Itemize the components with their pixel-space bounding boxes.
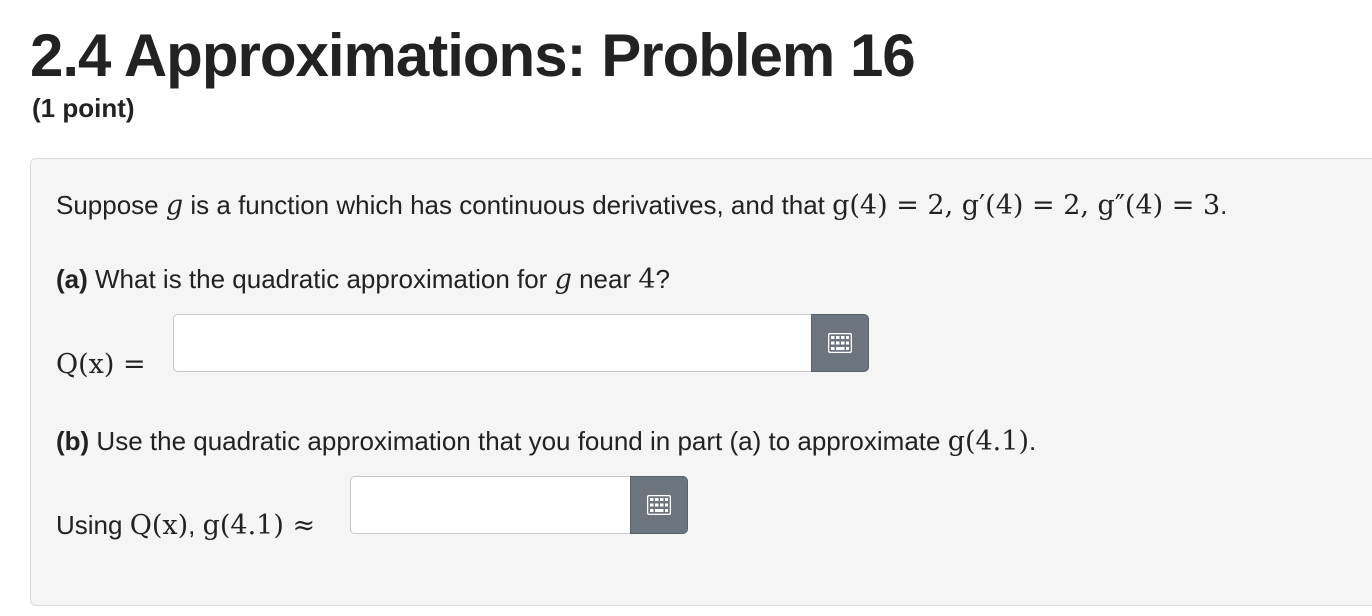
part-b-label: (b) xyxy=(56,426,90,456)
part-a-function-symbol: g xyxy=(554,264,572,295)
part-a-text-1: What is the quadratic approximation for xyxy=(87,264,555,294)
point-value: (1 point) xyxy=(32,93,135,123)
part-b-text-2: . xyxy=(1028,426,1037,456)
part-b-text-1: Use the quadratic approximation that you… xyxy=(89,426,948,456)
function-symbol: g xyxy=(165,190,184,221)
problem-statement: Suppose g is a function which has contin… xyxy=(56,188,1227,223)
part-b-comma: , xyxy=(188,510,203,540)
part-b-using-text: Using xyxy=(56,510,130,540)
part-b-answer-group xyxy=(350,476,688,534)
page-title: 2.4 Approximations: Problem 16 xyxy=(30,22,916,89)
part-b-question: (b) Use the quadratic approximation that… xyxy=(56,424,1036,459)
part-a-label: (a) xyxy=(56,264,88,294)
part-b-answer-label: Using Q(x), g(4.1) ≈ xyxy=(56,508,315,543)
part-a-equation-editor-button[interactable] xyxy=(811,314,869,372)
part-a-answer-group xyxy=(173,314,869,372)
part-b-approx-expression: g(4.1) ≈ xyxy=(202,510,316,541)
given-values: g(4) = 2, g′(4) = 2, g″(4) = 3 xyxy=(832,190,1221,221)
part-b-expression: g(4.1) xyxy=(947,426,1029,457)
part-a-point: 4 xyxy=(638,264,656,295)
part-a-answer-input[interactable] xyxy=(173,314,811,372)
part-a-answer-label: Q(x) = xyxy=(56,349,146,380)
intro-text-1: Suppose xyxy=(56,190,166,220)
intro-text-3: . xyxy=(1220,190,1228,220)
part-a-question: (a) What is the quadratic approximation … xyxy=(56,262,670,297)
part-a-text-2: near xyxy=(571,264,639,294)
intro-text-2: is a function which has continuous deriv… xyxy=(183,190,833,220)
part-b-equation-editor-button[interactable] xyxy=(630,476,688,534)
part-b-q-expression: Q(x) xyxy=(129,510,189,541)
part-b-answer-input[interactable] xyxy=(350,476,630,534)
equation-editor-grid-icon xyxy=(828,333,852,353)
part-a-text-3: ? xyxy=(655,264,671,294)
equation-editor-grid-icon xyxy=(647,495,671,515)
